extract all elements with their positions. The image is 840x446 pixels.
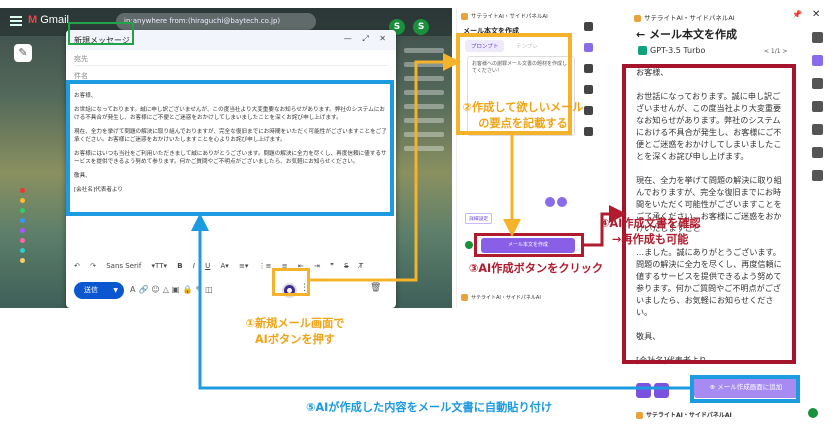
annotation-step1: ①新規メール画面で AIボタンを押す <box>222 316 368 348</box>
annotation-step4-line1: ④AI作成文書を確認 <box>600 217 701 230</box>
annotation-step4-line2: →再作成も可能 <box>612 233 689 246</box>
annotation-step5: ⑤AIが作成した内容をメール文書に自動貼り付け <box>305 401 553 414</box>
annotation-step4: ④AI作成文書を確認 →再作成も可能 <box>600 216 778 248</box>
annotation-step2-line2: の要点を記載する <box>478 117 568 130</box>
annotation-step1-line2: AIボタンを押す <box>255 333 335 346</box>
annotation-step3: ③AI作成ボタンをクリック <box>468 262 604 275</box>
arrow-ai-to-prompt <box>310 53 461 282</box>
annotation-step2-line1: ②作成して欲しいメール <box>462 101 584 114</box>
annotation-step2: ②作成して欲しいメール の要点を記載する <box>443 100 603 132</box>
annotation-step1-line1: ①新規メール画面で <box>245 317 345 330</box>
